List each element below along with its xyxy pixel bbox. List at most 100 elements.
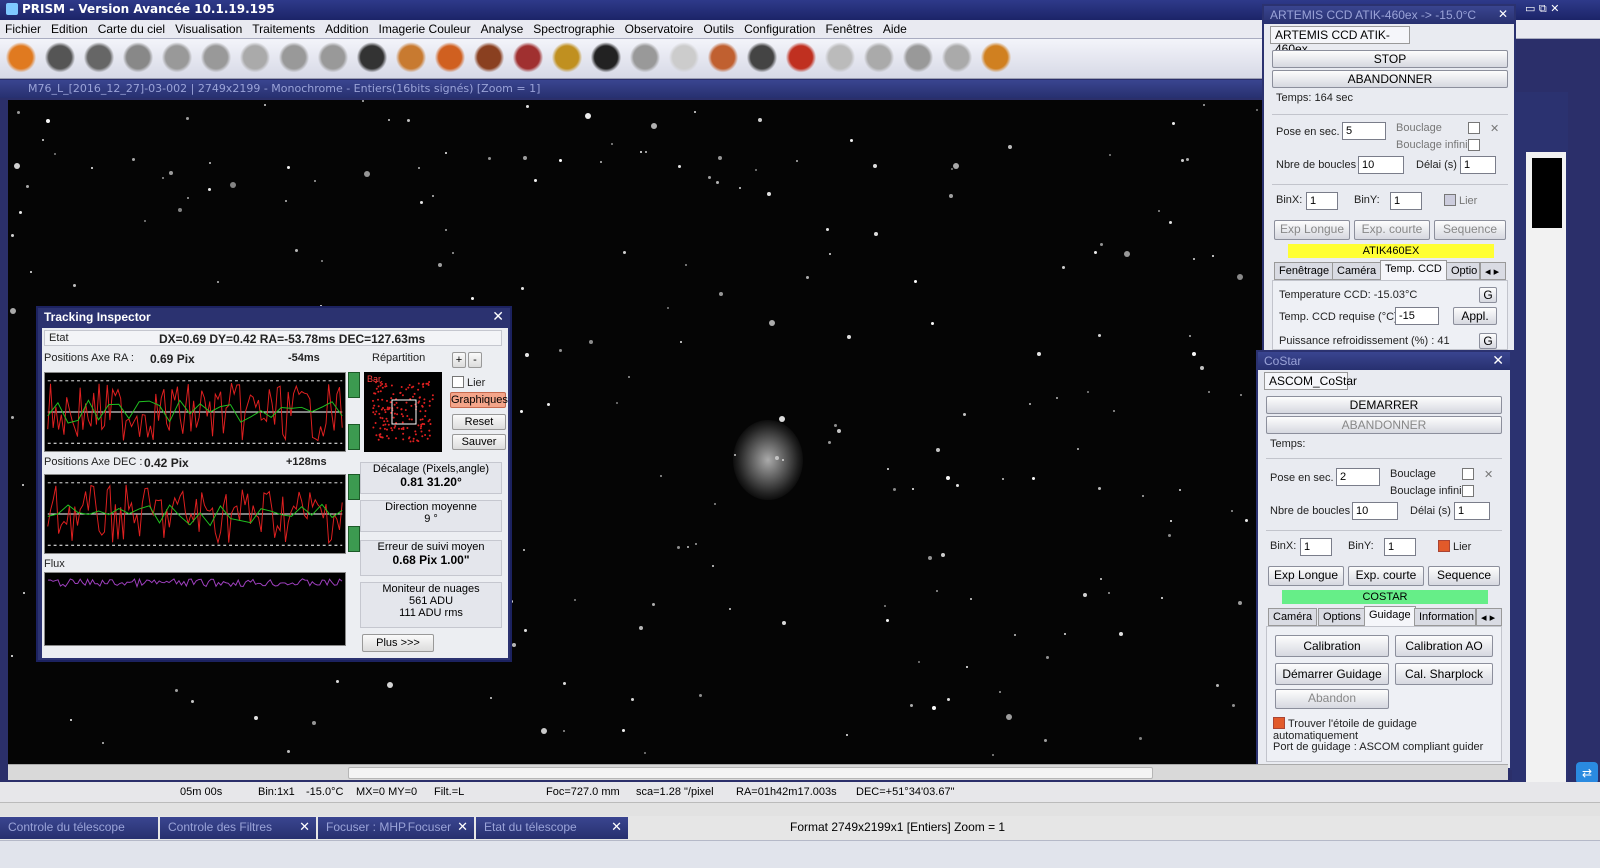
delai-input[interactable]: 1 <box>1460 156 1496 174</box>
bouclage-checkbox[interactable] <box>1468 122 1480 134</box>
binx-input[interactable]: 1 <box>1300 538 1332 556</box>
half-moon-icon[interactable] <box>238 42 272 76</box>
bouclage-infini-checkbox[interactable] <box>1468 139 1480 151</box>
square-icon[interactable] <box>901 42 935 76</box>
image-horizontal-scrollbar[interactable] <box>8 764 1508 780</box>
observatory-icon[interactable] <box>589 42 623 76</box>
mount-icon[interactable] <box>199 42 233 76</box>
sun-icon[interactable] <box>4 42 38 76</box>
sequence-button[interactable]: Sequence <box>1434 220 1506 240</box>
close-icon[interactable]: ✕ <box>492 309 504 325</box>
calibration-button[interactable]: Calibration <box>1275 635 1389 657</box>
biny-input[interactable]: 1 <box>1390 192 1422 210</box>
menu-7[interactable]: Analyse <box>476 20 529 38</box>
exp-courte-button[interactable]: Exp. courte <box>1354 220 1430 240</box>
bouclage-checkbox[interactable] <box>1462 468 1474 480</box>
abandonner-button[interactable]: ABANDONNER <box>1272 70 1508 88</box>
menu-4[interactable]: Traitements <box>247 20 320 38</box>
abandonner-button[interactable]: ABANDONNER <box>1266 416 1502 434</box>
camera3-icon[interactable] <box>511 42 545 76</box>
calibration-ao-button[interactable]: Calibration AO <box>1395 635 1493 657</box>
camera1-icon[interactable] <box>433 42 467 76</box>
menu-6[interactable]: Imagerie Couleur <box>374 20 476 38</box>
telescope-icon[interactable] <box>160 42 194 76</box>
sequence-icon[interactable] <box>745 42 779 76</box>
main-horizontal-scrollbar[interactable] <box>0 802 1600 816</box>
pose-input[interactable]: 5 <box>1342 122 1386 140</box>
clear-icon[interactable]: ✕ <box>1490 122 1499 135</box>
pointer-crosshair-icon[interactable] <box>316 42 350 76</box>
auto-star-checkbox[interactable]: Trouver l'étoile de guidage automatiquem… <box>1273 717 1501 742</box>
crosshair-icon[interactable] <box>277 42 311 76</box>
temp-req-input[interactable]: -15 <box>1395 307 1439 325</box>
tab-scroll-arrows[interactable]: ◂ ▸ <box>1476 608 1502 626</box>
nbre-input[interactable]: 10 <box>1358 156 1404 174</box>
sphere-icon[interactable] <box>667 42 701 76</box>
menu-0[interactable]: Fichier <box>0 20 46 38</box>
reset-button[interactable]: Reset <box>452 414 506 430</box>
teamviewer-icon[interactable]: ⇄ <box>1576 762 1598 784</box>
menu-11[interactable]: Configuration <box>739 20 820 38</box>
tab-temp-ccd[interactable]: Temp. CCD <box>1380 260 1447 280</box>
costar-window[interactable]: CoStar ✕ ASCOM_CoStar DEMARRER ABANDONNE… <box>1256 350 1512 770</box>
close-icon[interactable]: ✕ <box>299 819 310 835</box>
artemis-ccd-window[interactable]: ARTEMIS CCD ATIK-460ex -> -15.0°C ✕ ARTE… <box>1262 4 1516 352</box>
tab-scroll-arrows[interactable]: ◂ ▸ <box>1480 262 1506 280</box>
menu-13[interactable]: Aide <box>878 20 912 38</box>
cal-sharplock-button[interactable]: Cal. Sharplock <box>1395 663 1493 685</box>
zoom-out-button[interactable]: - <box>468 352 482 368</box>
tab-fenetrage[interactable]: Fenêtrage <box>1274 262 1335 280</box>
binx-input[interactable]: 1 <box>1306 192 1338 210</box>
tab-filter-control[interactable]: Controle des Filtres ✕ <box>160 817 316 839</box>
sequence-button[interactable]: Sequence <box>1428 566 1500 586</box>
curve-icon[interactable] <box>823 42 857 76</box>
tracking-inspector-window[interactable]: Tracking Inspector ✕ Etat DX=0.69 DY=0.4… <box>36 306 512 662</box>
tab-telescope-control[interactable]: Controle du télescope <box>0 817 158 839</box>
demarrer-guidage-button[interactable]: Démarrer Guidage <box>1275 663 1389 685</box>
artemis-tab[interactable]: ARTEMIS CCD ATIK-460ex <box>1270 26 1410 56</box>
nbre-input[interactable]: 10 <box>1352 502 1398 520</box>
demarrer-button[interactable]: DEMARRER <box>1266 396 1502 414</box>
scroll-thumb[interactable] <box>348 767 1153 779</box>
lier-checkbox[interactable]: Lier <box>1438 540 1471 553</box>
graphiques-button[interactable]: Graphiques <box>450 392 508 408</box>
astronomer-icon[interactable] <box>979 42 1013 76</box>
camera2-icon[interactable] <box>472 42 506 76</box>
clear-icon[interactable]: ✕ <box>1484 468 1493 481</box>
biny-input[interactable]: 1 <box>1384 538 1416 556</box>
lier-checkbox[interactable]: Lier <box>452 376 485 389</box>
tab-options[interactable]: Optio <box>1446 262 1480 280</box>
stop-button[interactable]: STOP <box>1272 50 1508 68</box>
guide-icon[interactable] <box>706 42 740 76</box>
g-button[interactable]: G <box>1479 287 1497 303</box>
tab-focuser[interactable]: Focuser : MHP.Focuser ✕ <box>318 817 474 839</box>
filter-wheel-icon[interactable] <box>394 42 428 76</box>
g-button-2[interactable]: G <box>1479 333 1497 349</box>
zoom-icon[interactable] <box>355 42 389 76</box>
star-icon[interactable] <box>628 42 662 76</box>
close-icon[interactable]: ✕ <box>611 819 622 835</box>
abandon-button[interactable]: Abandon <box>1275 689 1389 709</box>
lier-checkbox[interactable]: Lier <box>1444 194 1477 207</box>
plus-button[interactable]: Plus >>> <box>362 634 434 652</box>
exp-longue-button[interactable]: Exp Longue <box>1268 566 1344 586</box>
sauver-button[interactable]: Sauver <box>452 434 506 450</box>
exp-courte-button[interactable]: Exp. courte <box>1348 566 1424 586</box>
zoom-in-button[interactable]: + <box>452 352 466 368</box>
menu-5[interactable]: Addition <box>320 20 373 38</box>
info-icon[interactable] <box>121 42 155 76</box>
tab-options[interactable]: Options <box>1318 608 1366 626</box>
hand-icon[interactable] <box>862 42 896 76</box>
menu-8[interactable]: Spectrographie <box>528 20 619 38</box>
tab-telescope-status[interactable]: Etat du télescope ✕ <box>476 817 628 839</box>
tab-guidage[interactable]: Guidage <box>1364 606 1416 626</box>
focuser-icon[interactable] <box>550 42 584 76</box>
pose-input[interactable]: 2 <box>1336 468 1380 486</box>
close-icon[interactable]: ✕ <box>1492 353 1504 369</box>
tab-information[interactable]: Information <box>1414 608 1476 626</box>
menu-2[interactable]: Carte du ciel <box>93 20 170 38</box>
magnet-icon[interactable] <box>784 42 818 76</box>
menu-1[interactable]: Edition <box>46 20 93 38</box>
menu-9[interactable]: Observatoire <box>620 20 699 38</box>
menu-10[interactable]: Outils <box>698 20 739 38</box>
